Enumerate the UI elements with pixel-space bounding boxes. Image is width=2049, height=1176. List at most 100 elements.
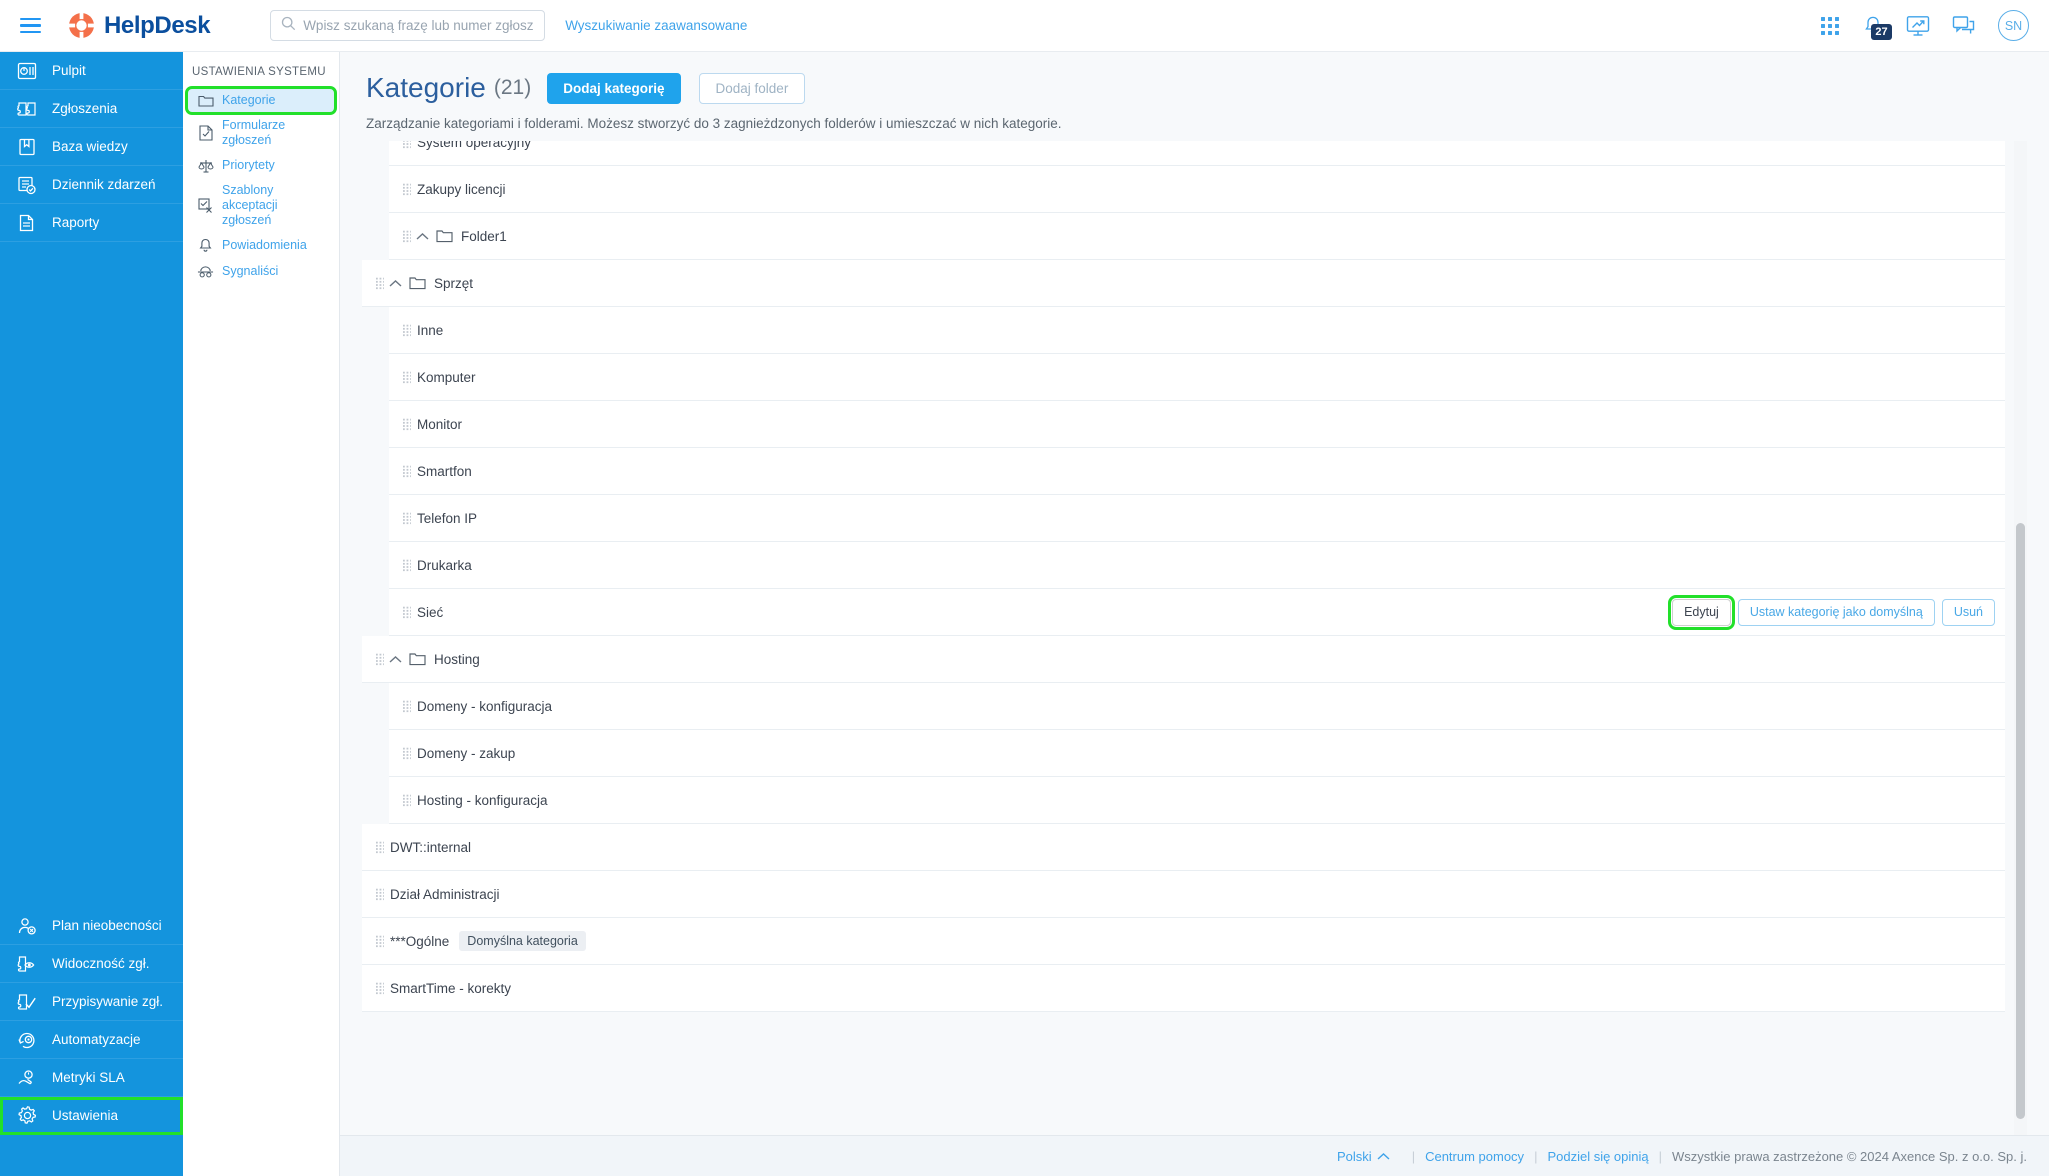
submenu-title: USTAWIENIA SYSTEMU [183,66,339,88]
sidebar-item-pulpit[interactable]: Pulpit [0,52,183,90]
drag-handle-icon[interactable] [389,418,411,431]
submenu-item-szablony-akceptacji[interactable]: Szablony akceptacji zgłoszeń [187,179,335,232]
report-icon [16,212,38,234]
feedback-link[interactable]: Podziel się opinią [1547,1149,1648,1164]
monitor-icon[interactable] [1906,15,1930,37]
table-row[interactable]: Sieć Edytuj Ustaw kategorię jako domyślną U… [389,589,2005,636]
drag-handle-icon[interactable] [362,982,384,995]
chevron-up-icon[interactable] [384,279,406,288]
sidebar-item-ustawienia[interactable]: Ustawienia [0,1097,183,1135]
submenu-item-kategorie[interactable]: Kategorie [187,88,335,113]
folder-icon [197,92,214,109]
drag-handle-icon[interactable] [389,559,411,572]
drag-handle-icon[interactable] [362,653,384,666]
table-row[interactable]: Domeny - zakup [389,730,2005,777]
table-row[interactable]: Komputer [389,354,2005,401]
table-row[interactable]: Hosting - konfiguracja [389,777,2005,824]
add-folder-button[interactable]: Dodaj folder [699,73,806,104]
table-row[interactable]: ***OgólneDomyślna kategoria [362,918,2005,965]
sidebar-item-metryki-sla[interactable]: Metryki SLA [0,1059,183,1097]
submenu-item-sygnalisci[interactable]: Sygnaliści [187,259,335,284]
drag-handle-icon[interactable] [389,324,411,337]
table-row[interactable]: SmartTime - korekty [362,965,2005,1012]
chat-icon[interactable] [1952,15,1976,36]
delete-button[interactable]: Usuń [1942,599,1995,626]
drag-handle-icon[interactable] [389,230,411,243]
edit-button[interactable]: Edytuj [1672,599,1731,626]
sidebar-item-przypisywanie-zgl[interactable]: Przypisywanie zgł. [0,983,183,1021]
help-center-link[interactable]: Centrum pomocy [1425,1149,1524,1164]
sidebar-item-dziennik-zdarzen[interactable]: Dziennik zdarzeń [0,166,183,204]
drag-handle-icon[interactable] [389,183,411,196]
table-row[interactable]: System operacyjny [389,141,2005,166]
table-row[interactable]: Hosting [362,636,2005,683]
category-name: Sieć [417,605,443,620]
drag-handle-icon[interactable] [389,141,411,149]
sidebar-item-label: Pulpit [52,63,86,78]
sidebar-item-zgloszenia[interactable]: Zgłoszenia [0,90,183,128]
sidebar-item-automatyzacje[interactable]: Automatyzacje [0,1021,183,1059]
drag-handle-icon[interactable] [362,841,384,854]
table-row[interactable]: Sprzęt [362,260,2005,307]
approval-template-icon [197,197,214,214]
bell-icon[interactable]: 27 [1862,15,1884,37]
table-row[interactable]: Zakupy licencji [389,166,2005,213]
top-bar: HelpDesk Wyszukiwanie zaawansowane [0,0,2049,52]
category-name: Smartfon [417,464,472,479]
footer-divider: | [1659,1149,1662,1164]
whistleblower-icon [197,263,214,280]
folder-icon [433,229,455,243]
avatar[interactable]: SN [1998,10,2029,41]
vertical-scrollbar-track[interactable] [2014,141,2027,1135]
folder-name: Hosting [434,652,480,667]
drag-handle-icon[interactable] [389,700,411,713]
language-label: Polski [1337,1149,1372,1164]
set-default-category-button[interactable]: Ustaw kategorię jako domyślną [1738,599,1935,626]
grid-apps-icon[interactable] [1820,16,1840,36]
table-row[interactable]: Folder1 [389,213,2005,260]
drag-handle-icon[interactable] [389,465,411,478]
submenu-item-priorytety[interactable]: Priorytety [187,153,335,178]
drag-handle-icon[interactable] [389,512,411,525]
drag-handle-icon[interactable] [389,371,411,384]
table-row[interactable]: Telefon IP [389,495,2005,542]
body-container: Pulpit Zgłoszenia Baza [0,52,2049,1176]
leftnav-footer-pad [0,1135,183,1176]
submenu-item-formularze-zgloszen[interactable]: Formularze zgłoszeń [187,114,335,152]
advanced-search-link[interactable]: Wyszukiwanie zaawansowane [565,18,747,33]
table-row[interactable]: Dział Administracji [362,871,2005,918]
table-row[interactable]: Domeny - konfiguracja [389,683,2005,730]
search-box[interactable] [270,10,545,41]
automation-icon [16,1029,38,1051]
drag-handle-icon[interactable] [362,935,384,948]
drag-handle-icon[interactable] [389,794,411,807]
chevron-up-icon[interactable] [411,232,433,241]
table-row[interactable]: Monitor [389,401,2005,448]
top-bar-actions: 27 SN [1820,10,2049,41]
add-category-button[interactable]: Dodaj kategorię [547,73,680,104]
sidebar-item-raporty[interactable]: Raporty [0,204,183,242]
search-input[interactable] [303,18,534,33]
category-name: Hosting - konfiguracja [417,793,548,808]
drag-handle-icon[interactable] [389,606,411,619]
table-row[interactable]: Smartfon [389,448,2005,495]
sidebar-item-plan-nieobecnosci[interactable]: Plan nieobecności [0,907,183,945]
sidebar-item-widocznosc-zgl[interactable]: Widoczność zgł. [0,945,183,983]
table-row[interactable]: Drukarka [389,542,2005,589]
chevron-up-icon[interactable] [384,655,406,664]
table-row[interactable]: DWT::internal [362,824,2005,871]
drag-handle-icon[interactable] [362,277,384,290]
category-name: Dział Administracji [390,887,500,902]
drag-handle-icon[interactable] [389,747,411,760]
sidebar-item-baza-wiedzy[interactable]: Baza wiedzy [0,128,183,166]
settings-submenu: USTAWIENIA SYSTEMU Kategorie [183,52,340,1176]
category-list-area: System operacyjnyZakupy licencjiFolder1S… [362,141,2027,1135]
language-selector[interactable]: Polski [1337,1149,1390,1164]
brand-logo-link[interactable]: HelpDesk [68,12,210,40]
scales-icon [197,157,214,174]
vertical-scrollbar-thumb[interactable] [2016,523,2025,1119]
hamburger-icon[interactable] [0,0,60,52]
drag-handle-icon[interactable] [362,888,384,901]
table-row[interactable]: Inne [389,307,2005,354]
submenu-item-powiadomienia[interactable]: Powiadomienia [187,233,335,258]
